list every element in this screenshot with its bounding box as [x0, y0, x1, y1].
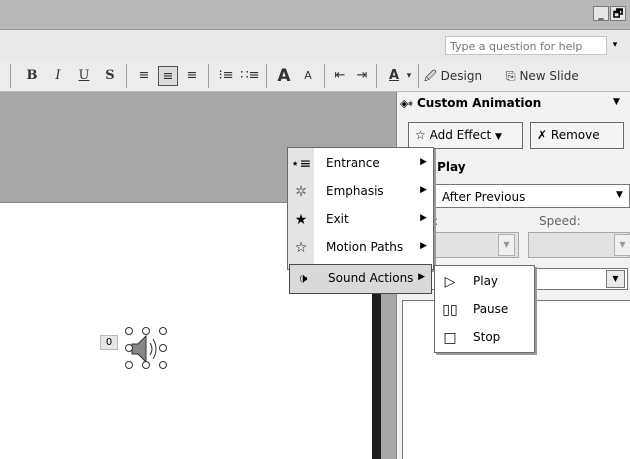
emphasis-star-icon: ✲ [295, 184, 307, 200]
bullets-icon[interactable]: ∷≡ [240, 66, 260, 86]
property-dropdown-icon: ▼ [498, 234, 515, 256]
resize-handle[interactable] [159, 344, 167, 352]
shadow-button[interactable]: S [100, 66, 120, 86]
add-effect-button[interactable]: ☆ Add Effect ▼ [408, 122, 523, 149]
motion-path-star-icon: ☆ [294, 240, 308, 256]
exit-star-icon: ★ [294, 212, 308, 228]
align-center-icon[interactable]: ≡ [158, 66, 178, 86]
menu-item-sound-actions[interactable]: 🕩 Sound Actions ▶ [289, 264, 432, 294]
submenu-arrow-icon: ▶ [420, 157, 427, 167]
new-slide-icon: ⎘ [506, 69, 516, 83]
resize-handle[interactable] [125, 361, 133, 369]
align-left-icon[interactable]: ≡ [134, 66, 154, 86]
toolbar-separator [418, 64, 419, 88]
resize-handle[interactable] [142, 327, 150, 335]
help-dropdown-button[interactable]: ▾ [609, 38, 621, 52]
submenu-arrow-icon: ▶ [420, 185, 427, 195]
remove-star-icon: ✗ [537, 128, 548, 142]
design-icon: 🖉 [424, 69, 437, 83]
resize-handle[interactable] [159, 361, 167, 369]
entrance-star-icon: ⋆≡ [290, 156, 312, 172]
resize-handle[interactable] [159, 327, 167, 335]
submenu-item-pause[interactable]: ▯▯ Pause [435, 296, 534, 324]
grow-font-button[interactable]: A [274, 66, 294, 86]
chevron-down-icon: ▼ [495, 132, 502, 142]
italic-button[interactable]: I [48, 66, 68, 86]
submenu-arrow-icon: ▶ [420, 241, 427, 251]
design-button[interactable]: 🖉 Design [424, 66, 508, 86]
menu-item-emphasis[interactable]: ✲ Emphasis ▶ [288, 178, 433, 206]
resize-handle[interactable] [125, 327, 133, 335]
title-bar [0, 0, 630, 30]
forward-arrow-icon[interactable]: ➧ [406, 97, 415, 110]
help-search-input[interactable] [445, 36, 607, 55]
underline-button[interactable]: U [74, 66, 94, 86]
toolbar-separator [126, 64, 127, 88]
submenu-arrow-icon: ▶ [420, 213, 427, 223]
play-icon: ▷ [444, 274, 456, 290]
increase-indent-icon[interactable]: ⇥ [352, 66, 372, 86]
add-effect-star-icon: ☆ [415, 128, 426, 142]
toolbar-separator [266, 64, 267, 88]
toolbar-separator [10, 64, 11, 88]
start-dropdown-icon[interactable]: ▼ [616, 190, 623, 200]
font-color-dropdown-icon[interactable]: ▾ [404, 66, 414, 86]
speed-label: Speed: [539, 214, 581, 228]
bold-button[interactable]: B [22, 66, 42, 86]
font-color-button[interactable]: A [384, 66, 404, 86]
pane-menu-dropdown[interactable]: ▼ [613, 97, 620, 107]
submenu-arrow-icon: ▶ [418, 272, 425, 282]
toolbar-separator [376, 64, 377, 88]
restore-button[interactable]: 🗗 [610, 6, 626, 21]
animation-order-tag: 0 [100, 335, 118, 350]
resize-handle[interactable] [125, 344, 133, 352]
numbering-icon[interactable]: ⁝≡ [216, 66, 236, 86]
speaker-icon: 🕩 [298, 271, 308, 287]
effect-dropdown-icon[interactable]: ▼ [606, 270, 625, 288]
submenu-item-stop[interactable]: □ Stop [435, 324, 534, 352]
stop-icon: □ [443, 330, 457, 346]
menu-item-exit[interactable]: ★ Exit ▶ [288, 206, 433, 234]
minimize-button[interactable]: _ [593, 6, 609, 21]
shrink-font-button[interactable]: A [298, 66, 318, 86]
menu-item-entrance[interactable]: ⋆≡ Entrance ▶ [288, 150, 433, 178]
resize-handle[interactable] [142, 361, 150, 369]
new-slide-button[interactable]: ⎘ New Slide [506, 66, 630, 86]
pane-title: Custom Animation [417, 96, 542, 110]
align-right-icon[interactable]: ≡ [182, 66, 202, 86]
remove-button[interactable]: ✗ Remove [530, 122, 624, 149]
menu-item-motion-paths[interactable]: ☆ Motion Paths ▶ [288, 234, 433, 262]
submenu-item-play[interactable]: ▷ Play [435, 268, 534, 296]
toolbar-separator [208, 64, 209, 88]
decrease-indent-icon[interactable]: ⇤ [330, 66, 350, 86]
pause-icon: ▯▯ [442, 302, 458, 318]
speed-dropdown-icon: ▼ [614, 234, 630, 256]
toolbar-separator [324, 64, 325, 88]
start-value: After Previous [442, 190, 526, 204]
